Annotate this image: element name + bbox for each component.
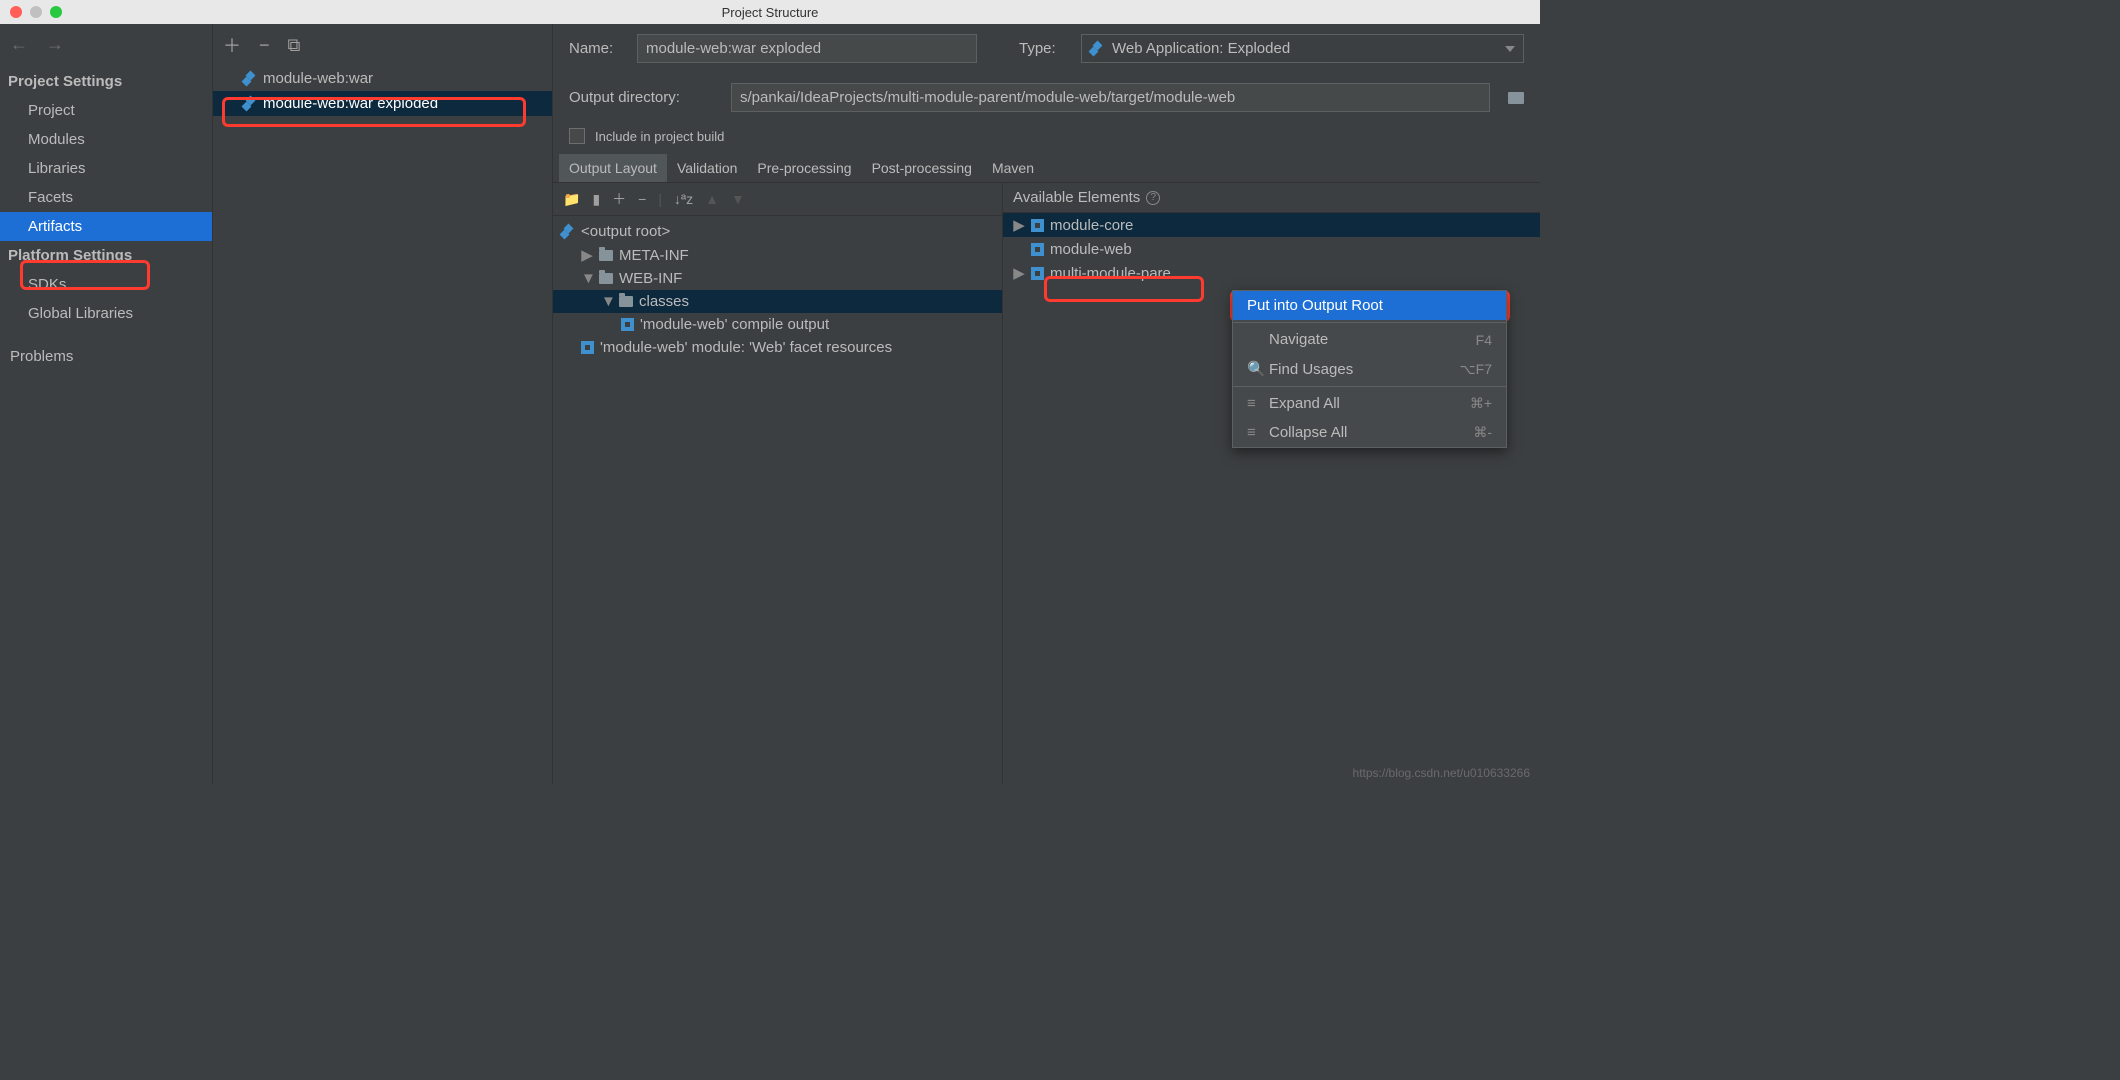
window-titlebar: Project Structure [0, 0, 1540, 24]
sidebar-item-project[interactable]: Project [0, 96, 212, 125]
artifact-icon [243, 72, 257, 86]
available-item-multi-module-parent[interactable]: ▶ multi-module-pare [1003, 261, 1540, 285]
module-output-icon [621, 318, 634, 331]
include-build-checkbox[interactable] [569, 128, 585, 144]
output-toolbar: 📁 ▮ ＋ − | ↓ªᴢ ▲ ▼ [553, 183, 1002, 216]
sidebar-item-modules[interactable]: Modules [0, 125, 212, 154]
folder-icon [599, 250, 613, 261]
sidebar-item-sdks[interactable]: SDKs [0, 270, 212, 299]
add-artifact-icon[interactable]: ＋ [223, 32, 241, 58]
menu-find-usages[interactable]: 🔍Find Usages ⌥F7 [1233, 354, 1506, 384]
browse-folder-icon[interactable] [1508, 92, 1524, 104]
collapse-all-icon: ≡ [1247, 424, 1261, 441]
tree-facet-resources[interactable]: 'module-web' module: 'Web' facet resourc… [553, 336, 1002, 359]
type-label: Type: [1019, 40, 1069, 57]
artifact-tabs: Output Layout Validation Pre-processing … [553, 154, 1540, 183]
output-dir-label: Output directory: [569, 89, 719, 106]
available-item-module-web[interactable]: ▶ module-web [1003, 237, 1540, 261]
tree-compile-output[interactable]: 'module-web' compile output [553, 313, 1002, 336]
window-title: Project Structure [722, 5, 819, 20]
menu-put-into-output-root[interactable]: Put into Output Root [1233, 291, 1506, 320]
output-layout-pane: 📁 ▮ ＋ − | ↓ªᴢ ▲ ▼ <output root> ▶ [553, 183, 1003, 784]
maximize-window-button[interactable] [50, 6, 62, 18]
collapse-caret-icon[interactable]: ▼ [601, 293, 613, 310]
artifact-type-select[interactable]: Web Application: Exploded [1081, 34, 1524, 63]
move-up-icon[interactable]: ▲ [705, 191, 719, 207]
platform-settings-header: Platform Settings [0, 241, 212, 270]
remove-icon[interactable]: − [638, 191, 646, 207]
output-root-icon [561, 225, 575, 239]
artifacts-toolbar: ＋ − ⧉ [213, 24, 552, 66]
artifact-icon [243, 97, 257, 111]
tab-maven[interactable]: Maven [982, 154, 1044, 182]
include-build-label: Include in project build [595, 129, 724, 144]
search-icon: 🔍 [1247, 360, 1261, 378]
archive-icon[interactable]: ▮ [592, 191, 600, 208]
sidebar-item-facets[interactable]: Facets [0, 183, 212, 212]
collapse-caret-icon[interactable]: ▼ [581, 270, 593, 287]
output-dir-input[interactable] [731, 83, 1490, 112]
artifact-label: module-web:war [263, 70, 373, 87]
available-elements-label: Available Elements [1013, 189, 1140, 206]
available-elements-pane: Available Elements ? ▶ module-core ▶ mod… [1003, 183, 1540, 784]
minimize-window-button[interactable] [30, 6, 42, 18]
remove-artifact-icon[interactable]: − [259, 35, 270, 56]
expand-caret-icon[interactable]: ▶ [1013, 216, 1025, 234]
module-icon [1031, 219, 1044, 232]
traffic-lights [0, 6, 62, 18]
tab-output-layout[interactable]: Output Layout [559, 154, 667, 182]
tree-web-inf[interactable]: ▼ WEB-INF [553, 267, 1002, 290]
expand-all-icon: ≡ [1247, 395, 1261, 412]
web-app-icon [1090, 42, 1104, 56]
name-label: Name: [569, 40, 625, 57]
artifact-name-input[interactable] [637, 34, 977, 63]
nav-forward-icon[interactable]: → [46, 34, 64, 55]
project-settings-header: Project Settings [0, 67, 212, 96]
menu-navigate[interactable]: Navigate F4 [1233, 325, 1506, 354]
watermark: https://blog.csdn.net/u010633266 [1353, 766, 1530, 780]
available-item-module-core[interactable]: ▶ module-core [1003, 213, 1540, 237]
sidebar-item-artifacts[interactable]: Artifacts [0, 212, 212, 241]
tree-output-root[interactable]: <output root> [553, 220, 1002, 243]
tree-classes[interactable]: ▼ classes [553, 290, 1002, 313]
artifact-item-war[interactable]: module-web:war [213, 66, 552, 91]
chevron-down-icon [1505, 46, 1515, 52]
help-icon[interactable]: ? [1146, 191, 1160, 205]
context-menu: Put into Output Root Navigate F4 🔍Find U… [1232, 290, 1507, 448]
menu-expand-all[interactable]: ≡Expand All ⌘+ [1233, 389, 1506, 418]
sidebar-item-problems[interactable]: Problems [0, 342, 212, 371]
output-tree: <output root> ▶ META-INF ▼ WEB-INF ▼ [553, 216, 1002, 363]
artifacts-list-pane: ＋ − ⧉ module-web:war module-web:war expl… [213, 24, 553, 784]
tab-pre-processing[interactable]: Pre-processing [747, 154, 861, 182]
module-icon [1031, 243, 1044, 256]
tab-validation[interactable]: Validation [667, 154, 747, 182]
add-copy-icon[interactable]: ＋ [612, 189, 626, 209]
sidebar-item-global-libraries[interactable]: Global Libraries [0, 299, 212, 328]
nav-back-icon[interactable]: ← [10, 34, 28, 55]
menu-separator [1233, 386, 1506, 387]
tab-post-processing[interactable]: Post-processing [862, 154, 982, 182]
menu-collapse-all[interactable]: ≡Collapse All ⌘- [1233, 418, 1506, 447]
close-window-button[interactable] [10, 6, 22, 18]
settings-sidebar: ← → Project Settings Project Modules Lib… [0, 24, 213, 784]
folder-icon [599, 273, 613, 284]
module-icon [1031, 267, 1044, 280]
tree-meta-inf[interactable]: ▶ META-INF [553, 243, 1002, 267]
expand-caret-icon[interactable]: ▶ [1013, 264, 1025, 282]
type-value: Web Application: Exploded [1112, 40, 1290, 57]
copy-artifact-icon[interactable]: ⧉ [288, 35, 301, 56]
facet-icon [581, 341, 594, 354]
menu-separator [1233, 322, 1506, 323]
move-down-icon[interactable]: ▼ [731, 191, 745, 207]
sidebar-item-libraries[interactable]: Libraries [0, 154, 212, 183]
folder-icon [619, 296, 633, 307]
expand-caret-icon[interactable]: ▶ [581, 246, 593, 264]
artifact-item-war-exploded[interactable]: module-web:war exploded [213, 91, 552, 116]
sort-icon[interactable]: ↓ªᴢ [674, 191, 693, 207]
artifact-label: module-web:war exploded [263, 95, 438, 112]
new-folder-icon[interactable]: 📁 [563, 191, 580, 208]
